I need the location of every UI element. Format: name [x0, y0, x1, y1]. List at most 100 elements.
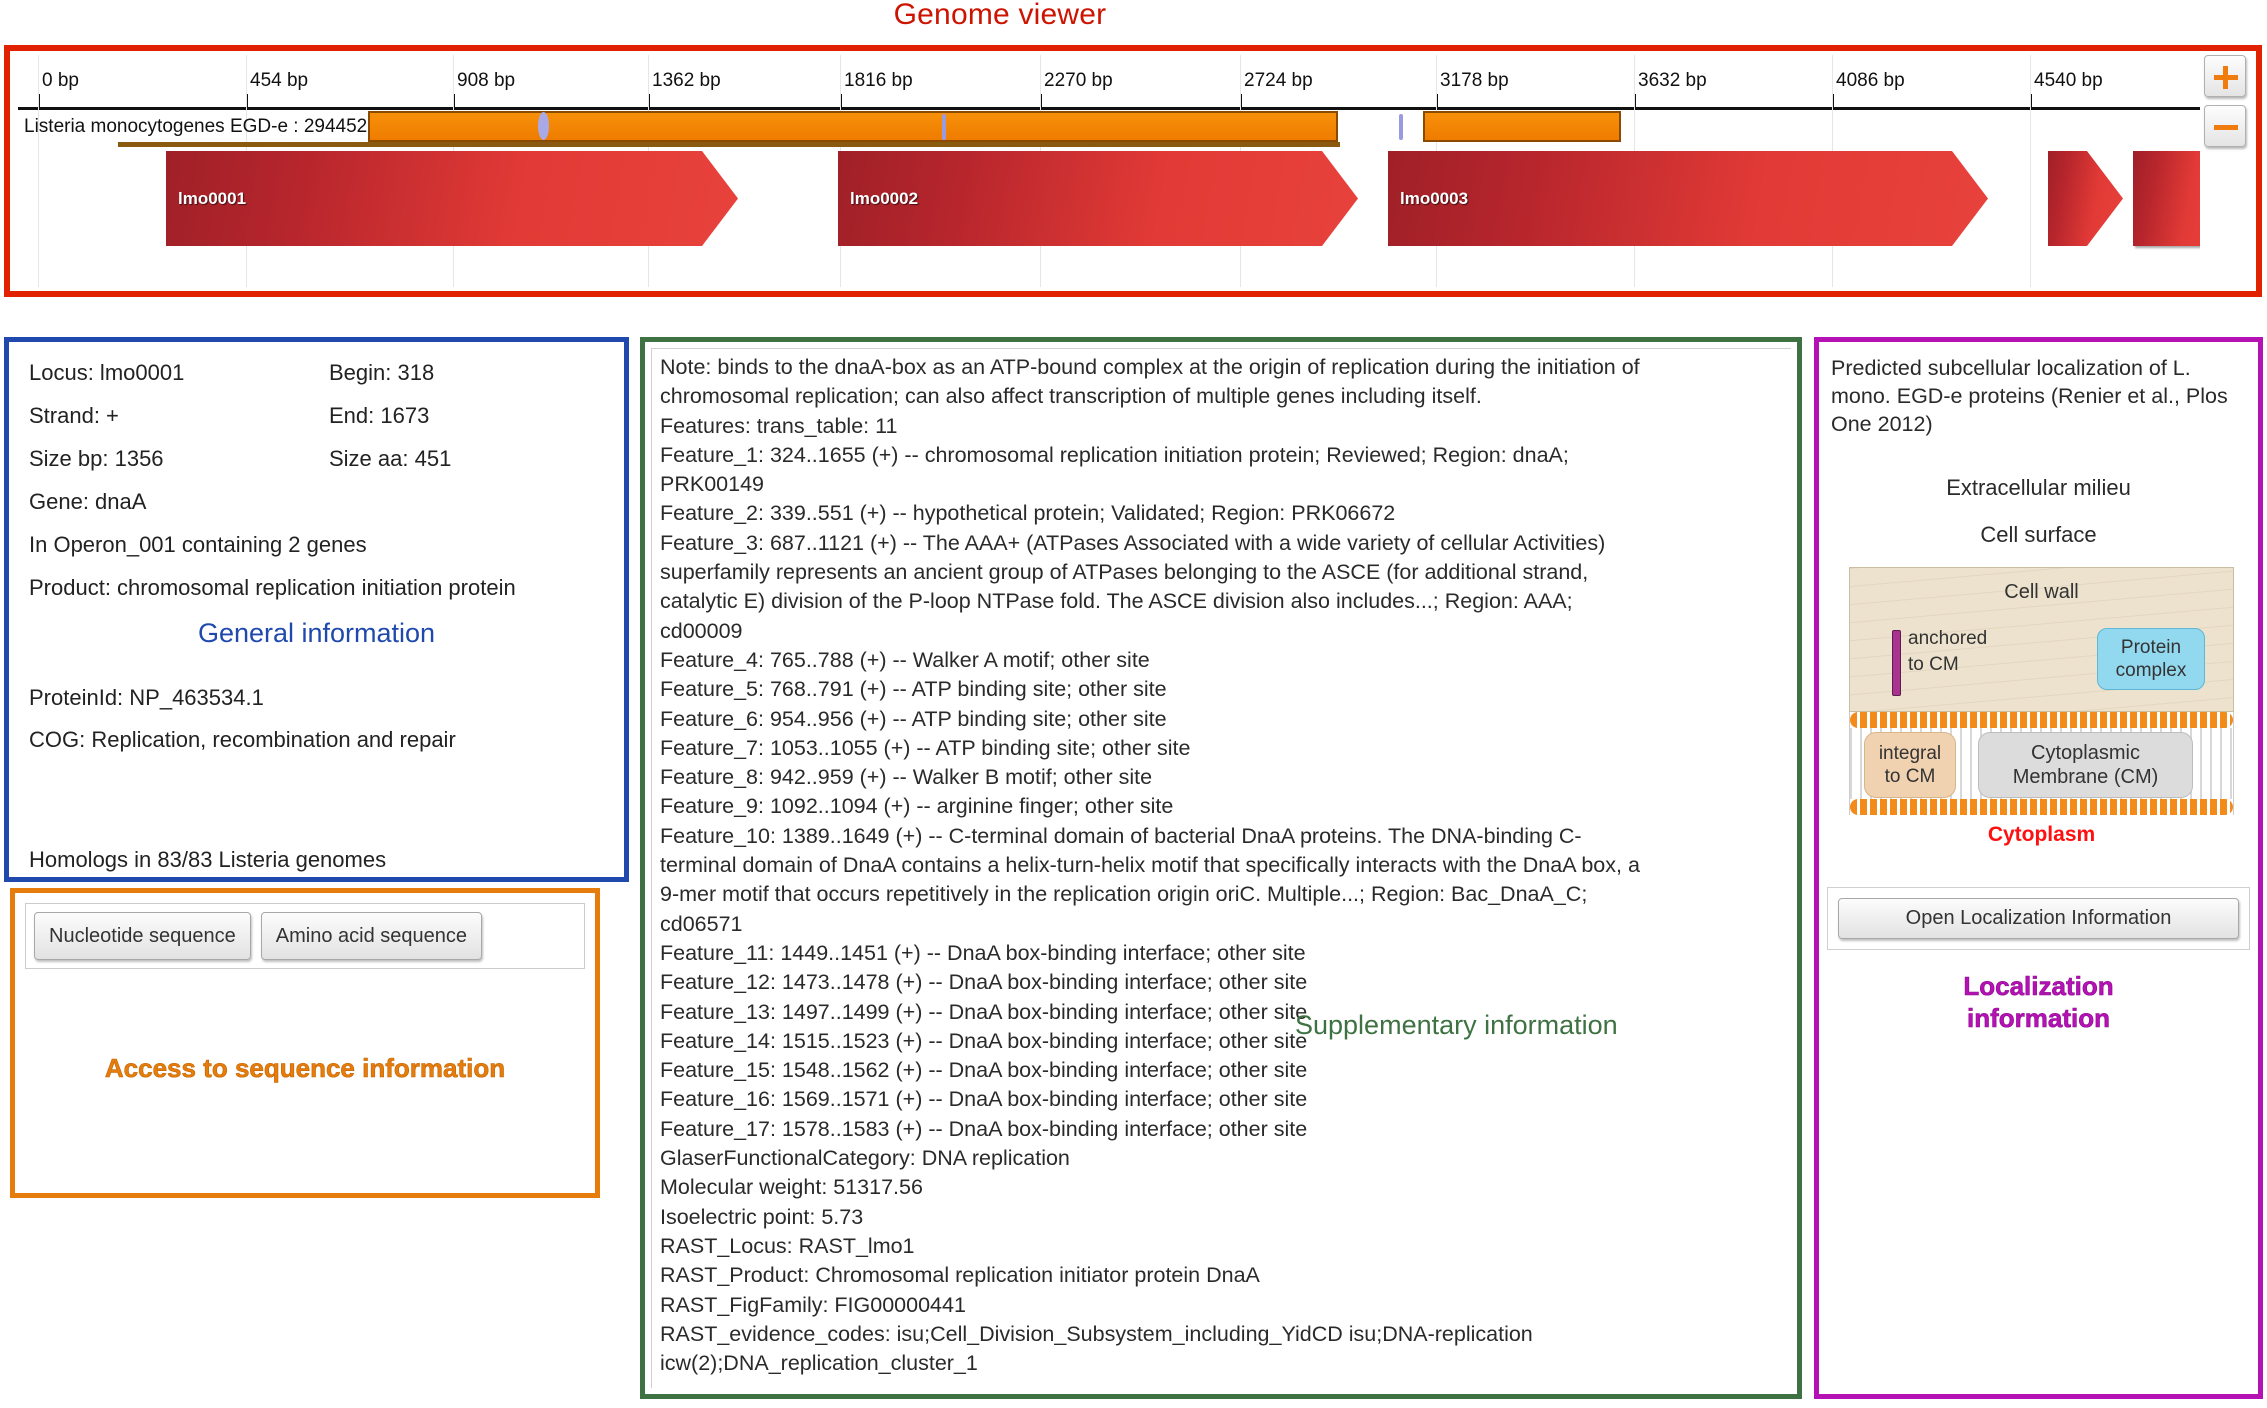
- genome-viewer-caption: Genome viewer: [0, 0, 2000, 32]
- supplementary-line: Feature_4: 765..788 (+) -- Walker A moti…: [660, 646, 1783, 675]
- page-root: Genome viewer 0 bp454 bp908 bp1362 bp181…: [0, 0, 2267, 1408]
- supplementary-line: RAST_Product: Chromosomal replication in…: [660, 1261, 1783, 1290]
- info-product: Product: chromosomal replication initiat…: [29, 575, 604, 601]
- gene-arrow[interactable]: lmo0002: [838, 151, 1358, 246]
- genome-track-row: Listeria monocytogenes EGD-e : 2944528 (…: [18, 111, 2200, 147]
- supplementary-line: Features: trans_table: 11: [660, 412, 1783, 441]
- ruler-tick-label: 3632 bp: [1638, 70, 1707, 92]
- localization-information-caption: Localization information: [1819, 970, 2258, 1034]
- gene-track: lmo0001 lmo0002 lmo0003: [18, 151, 2200, 251]
- info-homologs-link[interactable]: Homologs in 83/83 Listeria genomes: [29, 847, 386, 873]
- info-strand: Strand: +: [29, 403, 329, 429]
- cell-surface-label: Cell surface: [1819, 522, 2258, 548]
- extracellular-milieu-label: Extracellular milieu: [1819, 475, 2258, 501]
- ruler-tick-label: 0 bp: [42, 70, 79, 92]
- anchored-to-cm-label: anchored to CM: [1908, 626, 1987, 678]
- cytoplasmic-membrane-label: Cytoplasmic Membrane (CM): [1978, 732, 2193, 798]
- supplementary-line: superfamily represents an ancient group …: [660, 558, 1783, 587]
- supplementary-line: Feature_6: 954..956 (+) -- ATP binding s…: [660, 705, 1783, 734]
- nucleotide-sequence-button[interactable]: Nucleotide sequence: [34, 912, 251, 960]
- sequence-access-panel: Nucleotide sequence Amino acid sequence …: [10, 888, 600, 1198]
- cell-diagram: Cell wall anchored to CM Protein complex…: [1849, 567, 2234, 847]
- integral-to-cm-label: integral to CM: [1864, 732, 1956, 798]
- cytoplasm-label: Cytoplasm: [1849, 823, 2234, 847]
- ruler-tick-label: 454 bp: [250, 70, 308, 92]
- genome-viewer-canvas[interactable]: 0 bp454 bp908 bp1362 bp1816 bp2270 bp272…: [18, 55, 2200, 287]
- gene-arrow[interactable]: lmo0001: [166, 151, 738, 246]
- ruler-tick-label: 2270 bp: [1044, 70, 1113, 92]
- gene-arrow[interactable]: lmo0003: [1388, 151, 1988, 246]
- gene-label: lmo0003: [1400, 189, 1468, 209]
- supplementary-line: RAST_evidence_codes: isu;Cell_Division_S…: [660, 1320, 1783, 1349]
- supplementary-line: chromosomal replication; can also affect…: [660, 382, 1783, 411]
- supplementary-line: Feature_2: 339..551 (+) -- hypothetical …: [660, 499, 1783, 528]
- genome-segment-1[interactable]: [368, 111, 1338, 142]
- supplementary-line: catalytic E) division of the P-loop NTPa…: [660, 587, 1783, 616]
- gene-arrow[interactable]: [2133, 151, 2200, 246]
- supplementary-line: Feature_12: 1473..1478 (+) -- DnaA box-b…: [660, 968, 1783, 997]
- supplementary-line: Note: binds to the dnaA-box as an ATP-bo…: [660, 353, 1783, 382]
- info-begin: Begin: 318: [329, 360, 434, 386]
- open-localization-information-button[interactable]: Open Localization Information: [1838, 898, 2239, 939]
- info-row-size: Size bp: 1356 Size aa: 451: [29, 446, 604, 472]
- supplementary-line: Feature_11: 1449..1451 (+) -- DnaA box-b…: [660, 939, 1783, 968]
- supplementary-line: cd00009: [660, 617, 1783, 646]
- lipid-heads-bottom-icon: [1850, 799, 2233, 815]
- supplementary-text-area[interactable]: Note: binds to the dnaA-box as an ATP-bo…: [651, 348, 1791, 1388]
- supplementary-line: Feature_15: 1548..1562 (+) -- DnaA box-b…: [660, 1056, 1783, 1085]
- lipid-heads-top-icon: [1850, 712, 2233, 728]
- ruler-baseline: [18, 107, 2200, 110]
- genome-ruler: 0 bp454 bp908 bp1362 bp1816 bp2270 bp272…: [18, 55, 2200, 110]
- info-size-bp: Size bp: 1356: [29, 446, 329, 472]
- info-operon: In Operon_001 containing 2 genes: [29, 532, 604, 558]
- general-information-panel: Locus: lmo0001 Begin: 318 Strand: + End:…: [4, 337, 629, 882]
- protein-complex-label: Protein complex: [2097, 628, 2205, 690]
- supplementary-line: PRK00149: [660, 470, 1783, 499]
- genome-tick-marker-2: [1399, 114, 1403, 140]
- supplementary-line: 9-mer motif that occurs repetitively in …: [660, 880, 1783, 909]
- ruler-tick-label: 4540 bp: [2034, 70, 2103, 92]
- cytoplasmic-membrane-region: integral to CM Cytoplasmic Membrane (CM): [1849, 712, 2234, 815]
- localization-panel: Predicted subcellular localization of L.…: [1814, 337, 2263, 1399]
- localization-button-group: Open Localization Information: [1827, 887, 2250, 950]
- amino-acid-sequence-button[interactable]: Amino acid sequence: [261, 912, 482, 960]
- supplementary-line: Molecular weight: 51317.56: [660, 1173, 1783, 1202]
- genome-segment-1-shadow: [118, 142, 1340, 147]
- genome-segment-2[interactable]: [1423, 111, 1621, 142]
- genome-origin-marker: [538, 112, 549, 140]
- supplementary-line: Feature_9: 1092..1094 (+) -- arginine fi…: [660, 792, 1783, 821]
- supplementary-line: GlaserFunctionalCategory: DNA replicatio…: [660, 1144, 1783, 1173]
- gene-arrow[interactable]: [2048, 151, 2123, 246]
- info-cog: COG: Replication, recombination and repa…: [29, 727, 604, 753]
- ruler-tick-label: 1816 bp: [844, 70, 913, 92]
- supplementary-line: terminal domain of DnaA contains a helix…: [660, 851, 1783, 880]
- supplementary-line: Feature_7: 1053..1055 (+) -- ATP binding…: [660, 734, 1783, 763]
- supplementary-line: Feature_17: 1578..1583 (+) -- DnaA box-b…: [660, 1115, 1783, 1144]
- supplementary-line: Feature_10: 1389..1649 (+) -- C-terminal…: [660, 822, 1783, 851]
- supplementary-line: RAST_Locus: RAST_lmo1: [660, 1232, 1783, 1261]
- supplementary-line: cd06571: [660, 910, 1783, 939]
- gene-label: lmo0002: [850, 189, 918, 209]
- info-protein-id: ProteinId: NP_463534.1: [29, 685, 604, 711]
- info-end: End: 1673: [329, 403, 429, 429]
- ruler-tick-label: 1362 bp: [652, 70, 721, 92]
- info-locus: Locus: lmo0001: [29, 360, 329, 386]
- cell-wall-label: Cell wall: [1850, 581, 2233, 604]
- ruler-tick-label: 2724 bp: [1244, 70, 1313, 92]
- ruler-tick-label: 4086 bp: [1836, 70, 1905, 92]
- localization-header: Predicted subcellular localization of L.…: [1831, 354, 2246, 438]
- genome-viewer-panel: 0 bp454 bp908 bp1362 bp1816 bp2270 bp272…: [4, 45, 2262, 297]
- supplementary-line: Feature_16: 1569..1571 (+) -- DnaA box-b…: [660, 1085, 1783, 1114]
- zoom-in-icon[interactable]: [2204, 55, 2246, 97]
- supplementary-line: icw(2);DNA_replication_cluster_1: [660, 1349, 1783, 1378]
- zoom-out-icon[interactable]: [2204, 105, 2246, 147]
- cell-wall-region: Cell wall anchored to CM Protein complex: [1849, 567, 2234, 712]
- supplementary-line: Isoelectric point: 5.73: [660, 1203, 1783, 1232]
- supplementary-information-caption: Supplementary information: [1295, 1010, 1618, 1041]
- sequence-button-group: Nucleotide sequence Amino acid sequence: [25, 903, 585, 969]
- anchored-protein-icon: [1892, 630, 1901, 696]
- genome-tick-marker-1: [942, 114, 946, 140]
- supplementary-line: Feature_1: 324..1655 (+) -- chromosomal …: [660, 441, 1783, 470]
- localization-caption-line2: information: [1819, 1002, 2258, 1034]
- info-row-locus: Locus: lmo0001 Begin: 318: [29, 360, 604, 386]
